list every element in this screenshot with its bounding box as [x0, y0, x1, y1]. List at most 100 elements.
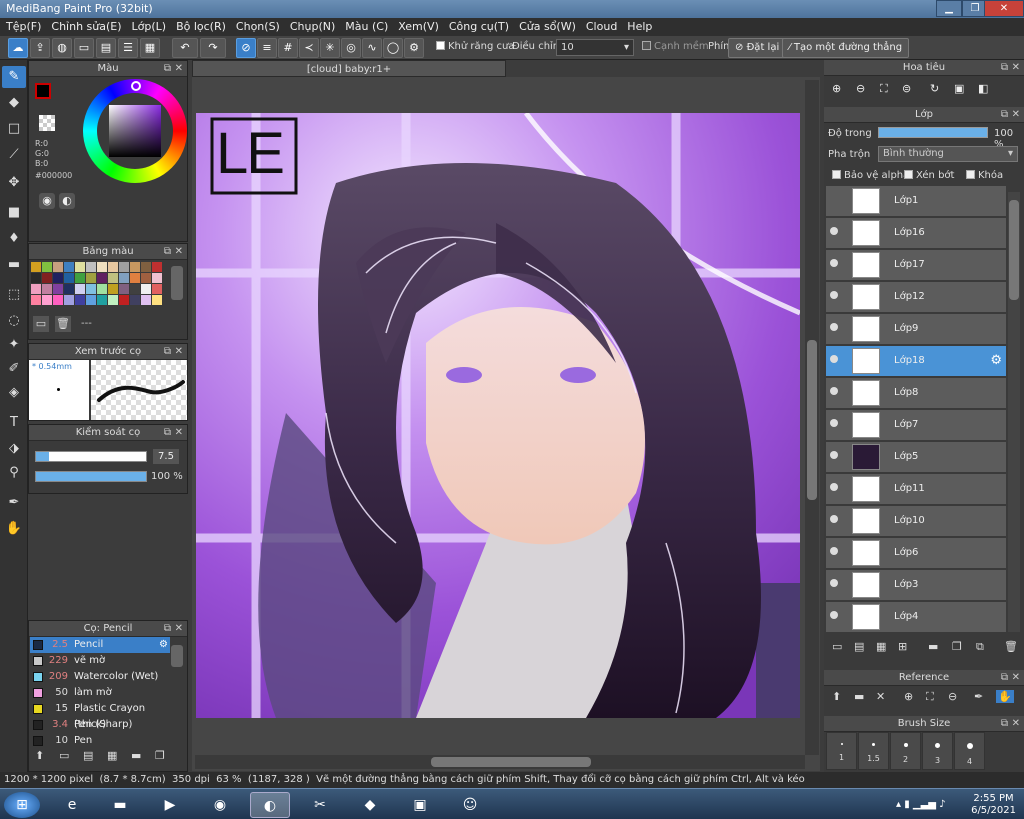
- brush-list-item[interactable]: 50 làm mờ: [30, 685, 170, 701]
- rotate-icon[interactable]: ↻: [930, 82, 939, 95]
- eye-icon[interactable]: [830, 323, 838, 331]
- palette-swatch[interactable]: [31, 262, 41, 272]
- flip-icon[interactable]: ◧: [978, 82, 988, 95]
- brush-list-item[interactable]: 229 vẽ mờ: [30, 653, 170, 669]
- undock-icon[interactable]: ⧉: [164, 61, 171, 77]
- explorer-icon[interactable]: ▬: [100, 792, 140, 818]
- radial-snap-icon[interactable]: ✳: [320, 38, 340, 58]
- eye-icon[interactable]: [830, 611, 838, 619]
- magic-wand-icon[interactable]: ✦: [2, 334, 26, 356]
- merge-layer-icon[interactable]: ⧉: [976, 640, 984, 654]
- layer-row[interactable]: Lớp4: [826, 602, 1006, 633]
- close-button[interactable]: ✕: [984, 0, 1024, 17]
- palette-swatch[interactable]: [108, 273, 118, 283]
- duplicate-layer-icon[interactable]: ❐: [952, 640, 962, 653]
- brush-list-item[interactable]: 15 Plastic Crayon (thick): [30, 701, 170, 730]
- app-icon[interactable]: ◆: [350, 792, 390, 818]
- snap-off-icon[interactable]: ⊘: [236, 38, 256, 58]
- dropper-icon[interactable]: ✒: [2, 492, 26, 514]
- close-icon[interactable]: ✕: [1012, 716, 1020, 732]
- palette-swatch[interactable]: [31, 284, 41, 294]
- palette-swatch[interactable]: [42, 284, 52, 294]
- brush-icon[interactable]: ✎: [2, 66, 26, 88]
- palette-icon[interactable]: ◉: [39, 193, 55, 209]
- brush-copy-icon[interactable]: ❐: [155, 749, 165, 762]
- close-reference-icon[interactable]: ✕: [876, 690, 885, 703]
- zoom-in-icon[interactable]: ⊕: [904, 690, 913, 703]
- close-icon[interactable]: ✕: [175, 61, 183, 77]
- palette-swatch[interactable]: [108, 284, 118, 294]
- undock-icon[interactable]: ⧉: [164, 621, 171, 637]
- menu-help[interactable]: Help: [621, 18, 656, 33]
- new-layer-8bit-icon[interactable]: ▦: [876, 640, 886, 653]
- layer-row[interactable]: Lớp7: [826, 410, 1006, 441]
- comment-icon[interactable]: ◍: [52, 38, 72, 58]
- palette-swatch[interactable]: [152, 284, 162, 294]
- select-pen-icon[interactable]: ✐: [2, 358, 26, 380]
- eye-icon[interactable]: [830, 259, 838, 267]
- video-app-icon[interactable]: ▣: [400, 792, 440, 818]
- palette-swatch[interactable]: [97, 284, 107, 294]
- palette-swatch[interactable]: [75, 262, 85, 272]
- menu-tools[interactable]: Công cụ(T): [443, 18, 513, 33]
- layer-row[interactable]: Lớp12: [826, 282, 1006, 313]
- vertical-scroll-thumb[interactable]: [807, 340, 817, 500]
- close-icon[interactable]: ✕: [1012, 670, 1020, 686]
- redo-icon[interactable]: ↷: [200, 38, 226, 58]
- undock-icon[interactable]: ⧉: [164, 425, 171, 441]
- palette-swatch[interactable]: [152, 273, 162, 283]
- palette-swatch[interactable]: [141, 262, 151, 272]
- perspective-snap-icon[interactable]: ≺: [299, 38, 319, 58]
- brush-list-item[interactable]: 209 Watercolor (Wet): [30, 669, 170, 685]
- menu-select[interactable]: Chọn(S): [230, 18, 284, 33]
- layer-row[interactable]: Lớp11: [826, 474, 1006, 505]
- eyedropper-icon[interactable]: ✒: [974, 690, 983, 703]
- minimize-button[interactable]: ▁: [936, 0, 962, 17]
- cloud-upload-icon[interactable]: ⬆: [832, 690, 841, 703]
- palette-swatch[interactable]: [152, 262, 162, 272]
- size-value-field[interactable]: 7.5: [153, 449, 179, 464]
- menu-view[interactable]: Xem(V): [392, 18, 443, 33]
- circle-snap-icon[interactable]: ◎: [341, 38, 361, 58]
- brush-size-cell[interactable]: 1.5: [858, 732, 889, 770]
- grid-doc-icon[interactable]: ▦: [140, 38, 160, 58]
- palette-swatch[interactable]: [97, 273, 107, 283]
- layer-row[interactable]: Lớp18 ⚙: [826, 346, 1006, 377]
- close-icon[interactable]: ✕: [175, 344, 183, 360]
- color-mix-icon[interactable]: ◐: [59, 193, 75, 209]
- layer-row[interactable]: Lớp5: [826, 442, 1006, 473]
- hand-icon[interactable]: ✋: [2, 518, 26, 540]
- blend-mode-dropdown[interactable]: Bình thường ▾: [878, 146, 1018, 162]
- canvas-vertical-scrollbar[interactable]: [805, 80, 819, 755]
- palette-swatch[interactable]: [31, 273, 41, 283]
- hue-wheel[interactable]: [83, 79, 187, 183]
- close-icon[interactable]: ✕: [175, 425, 183, 441]
- folder-icon[interactable]: ▬: [928, 640, 938, 653]
- list-icon[interactable]: ☰: [118, 38, 138, 58]
- trash-icon[interactable]: 🗑: [55, 316, 71, 332]
- menu-capture[interactable]: Chụp(N): [284, 18, 339, 33]
- palette-swatch[interactable]: [75, 273, 85, 283]
- brush-size-cell[interactable]: 1: [826, 732, 857, 770]
- layer-row[interactable]: Lớp9: [826, 314, 1006, 345]
- straight-line-button[interactable]: ⁄ Tạo một đường thẳng: [782, 38, 910, 58]
- select-eraser-icon[interactable]: ◈: [2, 382, 26, 404]
- select-rect-icon[interactable]: ⬚: [2, 284, 26, 306]
- parallel-snap-icon[interactable]: ≡: [257, 38, 277, 58]
- palette-swatch[interactable]: [97, 295, 107, 305]
- open-folder-icon[interactable]: ▬: [854, 690, 864, 703]
- canvas-tab[interactable]: [cloud] baby:r1+: [192, 60, 506, 77]
- palette-swatch[interactable]: [53, 273, 63, 283]
- zoom-out-icon[interactable]: ⊖: [948, 690, 957, 703]
- size-slider[interactable]: [35, 451, 147, 462]
- undock-icon[interactable]: ⧉: [1001, 670, 1008, 686]
- fit-window-icon[interactable]: ▣: [954, 82, 964, 95]
- new-layer-halftone-icon[interactable]: ▤: [854, 640, 864, 653]
- text-icon[interactable]: T: [2, 412, 26, 434]
- grid-snap-icon[interactable]: #: [278, 38, 298, 58]
- media-player-icon[interactable]: ▶: [150, 792, 190, 818]
- fit-icon[interactable]: ⛶: [880, 82, 888, 96]
- hue-marker[interactable]: [131, 81, 141, 91]
- curve-snap-icon[interactable]: ∿: [362, 38, 382, 58]
- palette-swatch[interactable]: [64, 284, 74, 294]
